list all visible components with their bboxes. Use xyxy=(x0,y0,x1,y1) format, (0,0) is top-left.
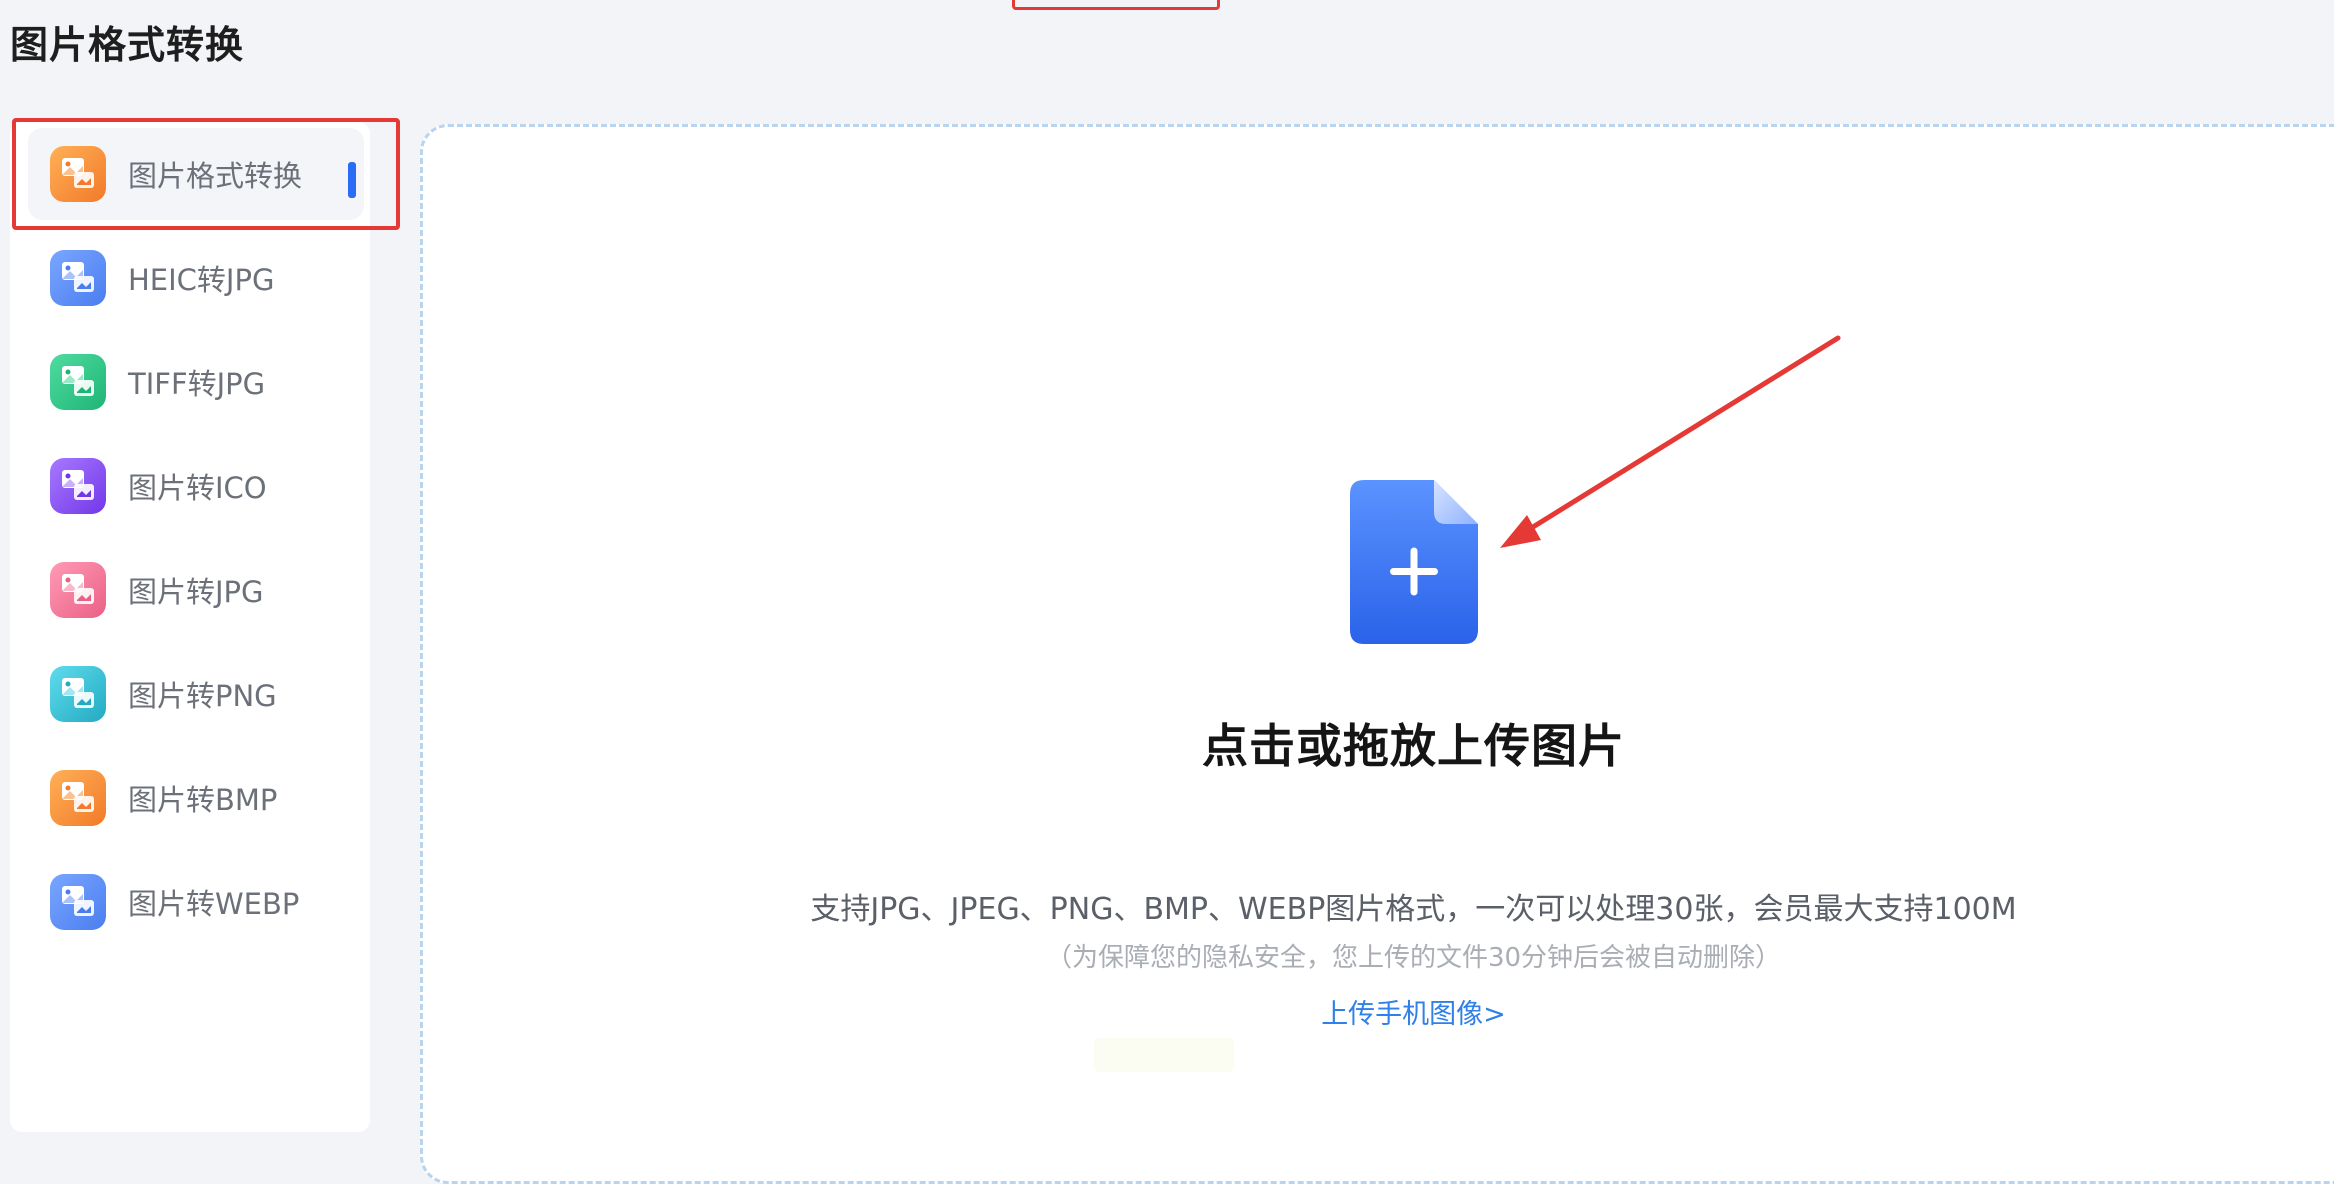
sidebar-item-label: 图片转BMP xyxy=(128,783,278,817)
top-highlight-box xyxy=(1012,0,1220,10)
active-indicator xyxy=(348,162,356,198)
page-title: 图片格式转换 xyxy=(10,23,245,67)
sidebar-item-image-convert[interactable]: 图片格式转换 xyxy=(28,128,364,220)
sidebar-item-label: 图片转PNG xyxy=(128,679,277,713)
faint-badge xyxy=(1094,1038,1234,1072)
sidebar-item-label: 图片转JPG xyxy=(128,575,264,609)
privacy-note: （为保障您的隐私安全，您上传的文件30分钟后会被自动删除） xyxy=(1045,943,1782,973)
upload-mobile-image-link[interactable]: 上传手机图像> xyxy=(0,992,2334,1031)
sidebar-item-tiff-to-jpg[interactable]: TIFF转JPG xyxy=(28,336,364,428)
sidebar-item-heic-to-jpg[interactable]: HEIC转JPG xyxy=(28,232,364,324)
sidebar-item-label: HEIC转JPG xyxy=(128,263,275,297)
sidebar-item-label: 图片转ICO xyxy=(128,471,267,505)
sidebar-item-label: TIFF转JPG xyxy=(128,367,266,401)
image-to-ico-icon xyxy=(50,458,106,514)
upload-title: 点击或拖放上传图片 xyxy=(1202,719,1625,773)
image-convert-icon xyxy=(50,146,106,202)
heic-to-jpg-icon xyxy=(50,250,106,306)
supported-formats-text: 支持JPG、JPEG、PNG、BMP、WEBP图片格式，一次可以处理30张，会员… xyxy=(810,892,2017,927)
sidebar-item-label: 图片格式转换 xyxy=(128,159,303,193)
tiff-to-jpg-icon xyxy=(50,354,106,410)
sidebar-item-image-to-jpg[interactable]: 图片转JPG xyxy=(28,544,364,636)
image-to-jpg-icon xyxy=(50,562,106,618)
image-to-bmp-icon xyxy=(50,770,106,826)
file-add-icon[interactable] xyxy=(1350,480,1480,646)
sidebar-item-image-to-ico[interactable]: 图片转ICO xyxy=(28,440,364,532)
sidebar: 图片格式转换 HEIC转JPG TIFF转JPG 图片转ICO 图片转JPG 图… xyxy=(10,122,370,1132)
